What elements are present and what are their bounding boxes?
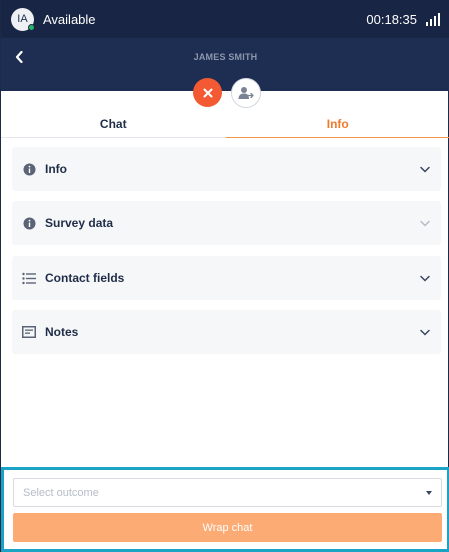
list-icon (22, 271, 36, 285)
section-survey-data[interactable]: Survey data (12, 201, 441, 245)
wrap-chat-button[interactable]: Wrap chat (13, 513, 442, 542)
info-circle-icon (22, 216, 36, 230)
section-contact-fields[interactable]: Contact fields (12, 256, 441, 300)
end-chat-button[interactable] (193, 78, 222, 107)
session-timer: 00:18:35 (366, 11, 417, 27)
info-circle-icon (22, 162, 36, 176)
chevron-down-icon[interactable] (419, 272, 431, 284)
contact-name: JAMES SMITH (193, 52, 258, 62)
chevron-down-icon[interactable] (419, 163, 431, 175)
avatar-initials: IA (17, 13, 28, 25)
status-bar: IA Available 00:18:35 (1, 0, 449, 38)
notes-icon (22, 325, 36, 339)
agent-status[interactable]: Available (43, 12, 96, 27)
section-label: Notes (45, 325, 79, 339)
tab-bar: Chat Info (1, 112, 449, 138)
outcome-select[interactable]: Select outcome (13, 478, 442, 507)
caret-down-icon (426, 490, 432, 495)
presence-indicator (28, 23, 35, 31)
transfer-user-icon (238, 87, 254, 99)
outcome-placeholder: Select outcome (23, 486, 99, 499)
tab-chat[interactable]: Chat (1, 112, 226, 138)
signal-icon (426, 12, 440, 26)
app-frame: IA Available 00:18:35 JAMES SMITH Chat I… (0, 0, 449, 552)
conversation-header: JAMES SMITH (1, 38, 449, 91)
wrap-up-panel: Select outcome Wrap chat (1, 467, 449, 552)
transfer-button[interactable] (231, 78, 261, 108)
agent-avatar[interactable]: IA (11, 7, 35, 31)
close-icon (203, 88, 212, 97)
section-info[interactable]: Info (12, 147, 441, 191)
section-label: Survey data (45, 216, 114, 230)
section-label: Info (45, 162, 67, 176)
section-label: Contact fields (45, 271, 125, 285)
chevron-down-icon[interactable] (419, 326, 431, 338)
chevron-down-icon[interactable] (419, 217, 431, 229)
section-notes[interactable]: Notes (12, 310, 441, 354)
tab-info[interactable]: Info (225, 112, 449, 138)
